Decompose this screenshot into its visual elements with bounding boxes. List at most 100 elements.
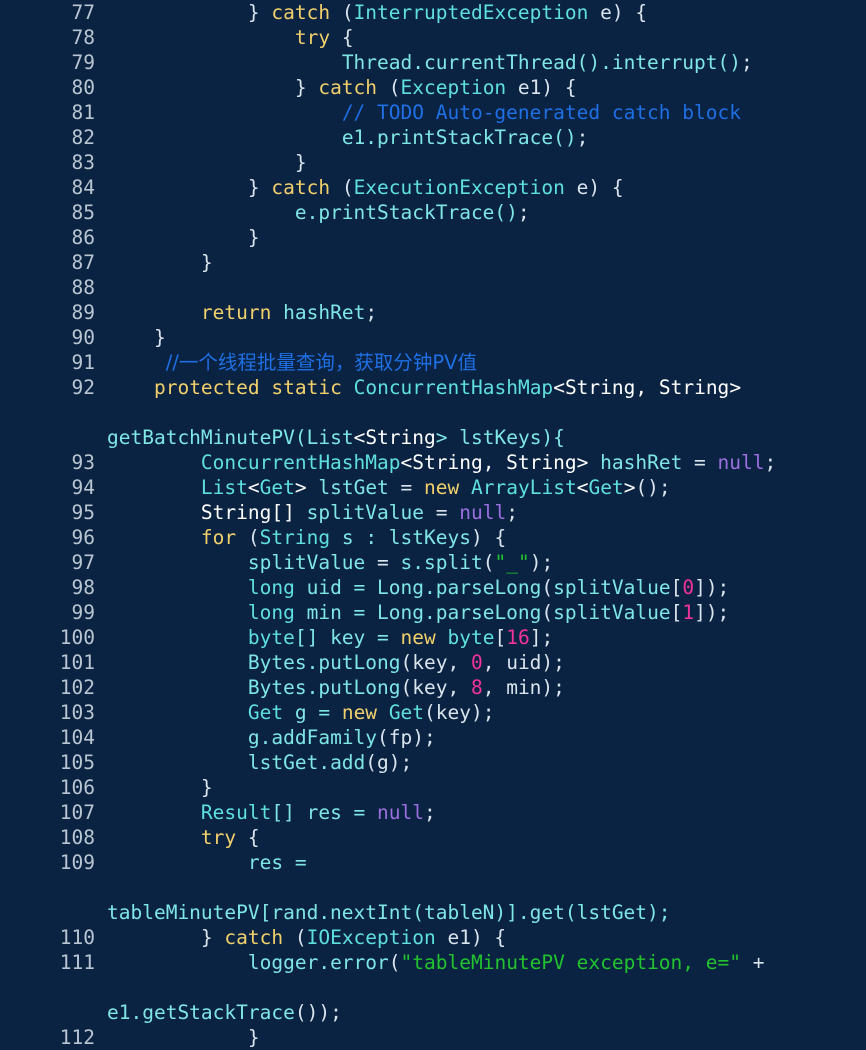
token-punct: (key); bbox=[424, 701, 495, 724]
code-line-content[interactable]: Get g = new Get(key); bbox=[95, 700, 866, 725]
code-line-content[interactable]: Bytes.putLong(key, 8, min); bbox=[95, 675, 866, 700]
line-number: 109 bbox=[59, 851, 95, 874]
code-line[interactable]: 81 // TODO Auto-generated catch block bbox=[0, 100, 866, 125]
code-line[interactable]: 86 } bbox=[0, 225, 866, 250]
line-number: 94 bbox=[71, 476, 95, 499]
code-line-content[interactable]: try { bbox=[95, 825, 866, 850]
code-line-content[interactable]: protected static ConcurrentHashMap<Strin… bbox=[95, 375, 866, 450]
code-line[interactable]: 92 protected static ConcurrentHashMap<St… bbox=[0, 375, 866, 450]
token-punct bbox=[260, 376, 272, 399]
token-punct: ( bbox=[330, 1, 354, 24]
wrapped-line-break bbox=[95, 875, 866, 900]
code-line[interactable]: 98 long uid = Long.parseLong(splitValue[… bbox=[0, 575, 866, 600]
code-line[interactable]: 107 Result[] res = null; bbox=[0, 800, 866, 825]
code-line-content[interactable]: } bbox=[95, 150, 866, 175]
code-line[interactable]: 101 Bytes.putLong(key, 0, uid); bbox=[0, 650, 866, 675]
code-line-content[interactable]: return hashRet; bbox=[95, 300, 866, 325]
code-line[interactable]: 94 List<Get> lstGet = new ArrayList<Get>… bbox=[0, 475, 866, 500]
code-line[interactable]: 108 try { bbox=[0, 825, 866, 850]
token-punct bbox=[141, 976, 164, 999]
code-line-content[interactable]: } bbox=[95, 775, 866, 800]
code-line-content[interactable]: } bbox=[95, 1025, 866, 1050]
token-ident: splitValue bbox=[553, 576, 671, 599]
code-line[interactable]: 79 Thread.currentThread().interrupt(); bbox=[0, 50, 866, 75]
token-punct: { bbox=[330, 26, 354, 49]
code-line[interactable]: 91 //一个线程批量查询，获取分钟PV值 bbox=[0, 350, 866, 375]
code-line[interactable]: 77 } catch (InterruptedException e) { bbox=[0, 0, 866, 25]
code-line-content[interactable]: byte[] key = new byte[16]; bbox=[95, 625, 866, 650]
code-line[interactable]: 96 for (String s : lstKeys) { bbox=[0, 525, 866, 550]
code-line[interactable]: 84 } catch (ExecutionException e) { bbox=[0, 175, 866, 200]
code-viewer[interactable]: 77 } catch (InterruptedException e) {78 … bbox=[0, 0, 866, 1049]
code-line-content[interactable]: e.printStackTrace(); bbox=[95, 200, 866, 225]
code-line[interactable]: 109 res = tableMinutePV[rand.nextInt(tab… bbox=[0, 850, 866, 925]
token-punct: } bbox=[107, 926, 225, 949]
code-line[interactable]: 85 e.printStackTrace(); bbox=[0, 200, 866, 225]
token-punct: ]); bbox=[694, 601, 730, 624]
code-line-content[interactable]: Result[] res = null; bbox=[95, 800, 866, 825]
code-line[interactable]: 112 } bbox=[0, 1025, 866, 1050]
code-line[interactable]: 97 splitValue = s.split("_"); bbox=[0, 550, 866, 575]
code-line-content[interactable]: long min = Long.parseLong(splitValue[1])… bbox=[95, 600, 866, 625]
code-line[interactable]: 103 Get g = new Get(key); bbox=[0, 700, 866, 725]
code-line-content[interactable]: for (String s : lstKeys) { bbox=[95, 525, 866, 550]
code-line-content[interactable]: lstGet.add(g); bbox=[95, 750, 866, 775]
token-ident: uid = bbox=[294, 576, 378, 599]
code-line-content[interactable]: res = tableMinutePV[rand.nextInt(tableN)… bbox=[95, 850, 866, 925]
code-line-content[interactable]: String[] splitValue = null; bbox=[95, 500, 866, 525]
token-punct: = bbox=[365, 551, 401, 574]
code-line[interactable]: 99 long min = Long.parseLong(splitValue[… bbox=[0, 600, 866, 625]
code-line[interactable]: 111 logger.error("tableMinutePV exceptio… bbox=[0, 950, 866, 1025]
code-line[interactable]: 105 lstGet.add(g); bbox=[0, 750, 866, 775]
code-line-content[interactable]: // TODO Auto-generated catch block bbox=[95, 100, 866, 125]
code-line-content[interactable]: } catch (Exception e1) { bbox=[95, 75, 866, 100]
token-punct bbox=[141, 401, 164, 424]
code-line-content[interactable]: Thread.currentThread().interrupt(); bbox=[95, 50, 866, 75]
code-line-content[interactable]: //一个线程批量查询，获取分钟PV值 bbox=[95, 350, 866, 375]
code-line[interactable]: 95 String[] splitValue = null; bbox=[0, 500, 866, 525]
token-keyword: new bbox=[341, 701, 378, 724]
code-line[interactable]: 82 e1.printStackTrace(); bbox=[0, 125, 866, 150]
code-line-content[interactable]: } catch (ExecutionException e) { bbox=[95, 175, 866, 200]
token-punct: } bbox=[107, 251, 213, 274]
code-line-content[interactable]: splitValue = s.split("_"); bbox=[95, 550, 866, 575]
code-line[interactable]: 102 Bytes.putLong(key, 8, min); bbox=[0, 675, 866, 700]
code-line-content[interactable]: try { bbox=[95, 25, 866, 50]
code-line-content[interactable]: logger.error("tableMinutePV exception, e… bbox=[95, 950, 866, 1025]
token-string: "_" bbox=[494, 551, 530, 574]
code-line-content[interactable]: e1.printStackTrace(); bbox=[95, 125, 866, 150]
code-line[interactable]: 78 try { bbox=[0, 25, 866, 50]
token-punct bbox=[107, 451, 201, 474]
code-line-content[interactable]: Bytes.putLong(key, 0, uid); bbox=[95, 650, 866, 675]
code-line[interactable]: 93 ConcurrentHashMap<String, String> has… bbox=[0, 450, 866, 475]
token-punct: } bbox=[107, 76, 319, 99]
code-line[interactable]: 80 } catch (Exception e1) { bbox=[0, 75, 866, 100]
token-number: 0 bbox=[470, 651, 483, 674]
token-punct: [ bbox=[670, 601, 683, 624]
token-punct bbox=[107, 676, 248, 699]
code-line-content[interactable]: List<Get> lstGet = new ArrayList<Get>(); bbox=[95, 475, 866, 500]
code-line[interactable]: 100 byte[] key = new byte[16]; bbox=[0, 625, 866, 650]
code-line-content[interactable]: } bbox=[95, 250, 866, 275]
code-line[interactable]: 106 } bbox=[0, 775, 866, 800]
code-line-content[interactable]: } catch (IOException e1) { bbox=[95, 925, 866, 950]
code-line[interactable]: 83 } bbox=[0, 150, 866, 175]
token-punct bbox=[107, 551, 248, 574]
token-ident: Thread.currentThread().interrupt() bbox=[341, 51, 741, 74]
code-line-content[interactable]: } bbox=[95, 225, 866, 250]
code-line[interactable]: 89 return hashRet; bbox=[0, 300, 866, 325]
code-line-content[interactable]: } bbox=[95, 325, 866, 350]
token-ident: lstKeys){ bbox=[447, 426, 565, 449]
code-line-content[interactable]: g.addFamily(fp); bbox=[95, 725, 866, 750]
code-line[interactable]: 88 bbox=[0, 275, 866, 300]
token-punct: ( bbox=[541, 601, 554, 624]
line-number: 104 bbox=[59, 726, 95, 749]
code-line[interactable]: 110 } catch (IOException e1) { bbox=[0, 925, 866, 950]
code-line-content[interactable]: long uid = Long.parseLong(splitValue[0])… bbox=[95, 575, 866, 600]
code-line[interactable]: 90 } bbox=[0, 325, 866, 350]
code-line[interactable]: 87 } bbox=[0, 250, 866, 275]
token-punct: } bbox=[107, 326, 166, 349]
code-line-content[interactable]: } catch (InterruptedException e) { bbox=[95, 0, 866, 25]
code-line[interactable]: 104 g.addFamily(fp); bbox=[0, 725, 866, 750]
code-line-content[interactable]: ConcurrentHashMap<String, String> hashRe… bbox=[95, 450, 866, 475]
